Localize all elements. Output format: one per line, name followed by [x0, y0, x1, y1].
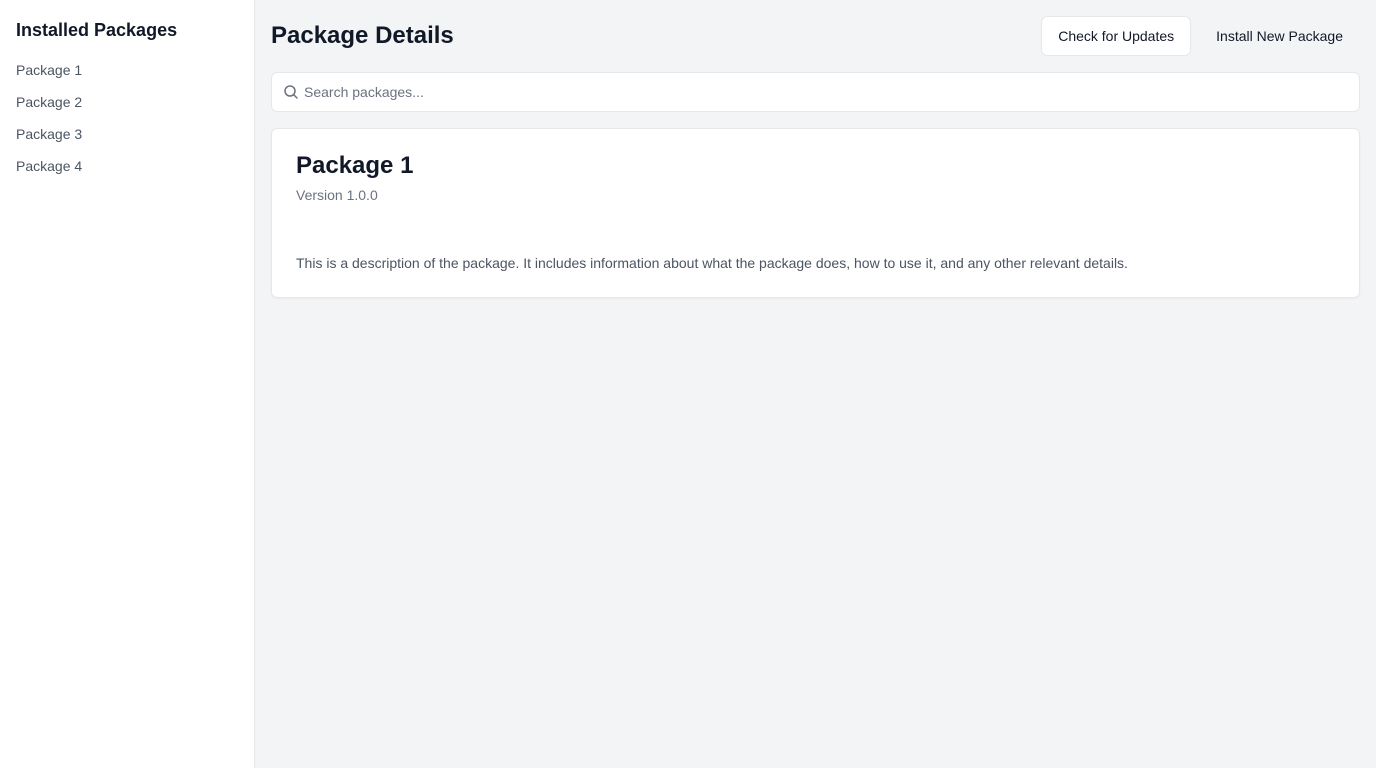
search-box [271, 72, 1360, 112]
package-version: Version 1.0.0 [296, 187, 378, 203]
header-actions: Check for Updates Install New Package [1041, 16, 1360, 56]
package-details-card: Package 1 Version 1.0.0 This is a descri… [271, 128, 1360, 298]
header: Package Details Check for Updates Instal… [271, 16, 1360, 56]
package-description: This is a description of the package. It… [296, 255, 1128, 271]
sidebar-list: Package 1 Package 2 Package 3 Package 4 [16, 60, 238, 188]
sidebar: Installed Packages Package 1 Package 2 P… [0, 0, 255, 768]
check-for-updates-button[interactable]: Check for Updates [1041, 16, 1192, 56]
package-name: Package 1 [296, 152, 414, 179]
search-input[interactable] [272, 73, 1359, 111]
sidebar-item-package-4[interactable]: Package 4 [16, 156, 238, 188]
install-new-package-button[interactable]: Install New Package [1199, 16, 1360, 56]
search-icon [283, 84, 299, 100]
sidebar-item-package-3[interactable]: Package 3 [16, 124, 238, 156]
sidebar-item-package-2[interactable]: Package 2 [16, 92, 238, 124]
page-title: Package Details [271, 22, 454, 49]
main-content: Package Details Check for Updates Instal… [255, 0, 1376, 768]
sidebar-item-package-1[interactable]: Package 1 [16, 60, 238, 92]
app: Installed Packages Package 1 Package 2 P… [0, 0, 1376, 768]
sidebar-title: Installed Packages [16, 20, 178, 40]
